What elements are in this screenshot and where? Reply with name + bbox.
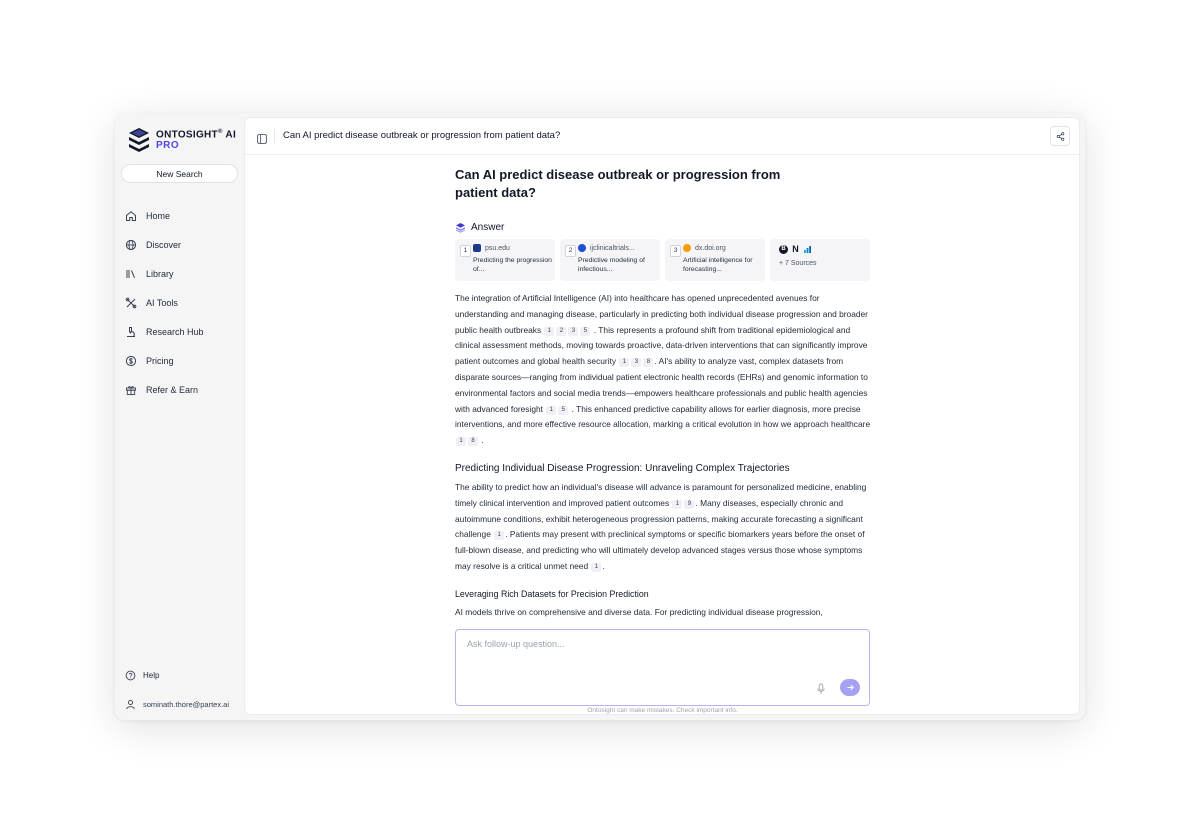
follow-up-box [455,629,870,706]
answer-content: Can AI predict disease outbreak or progr… [455,166,871,621]
source-domain: ijclinicaltrials... [590,244,635,252]
help-link[interactable]: Help [125,670,159,681]
help-icon [125,670,136,681]
more-sources-label: + 7 Sources [779,260,817,267]
shield-icon [473,244,481,252]
gift-icon [125,384,137,396]
source-number: 1 [460,245,471,257]
disclaimer-text: Ontosight can make mistakes. Check impor… [587,707,738,714]
arrow-right-icon [846,684,854,691]
source-n-icon: N [792,244,799,254]
chart-icon [803,245,812,254]
citation-badge[interactable]: 5 [558,405,569,415]
source-domain: dx.doi.org [695,244,726,252]
paragraph-text: . Patients may present with preclinical … [455,529,865,571]
answer-header: Answer [455,222,871,233]
source-card[interactable]: 1 psu.edu Predicting the progression of.… [455,239,555,281]
share-icon [1056,131,1064,141]
sidebar-item-label: AI Tools [146,297,178,308]
source-b-icon: B [779,245,788,254]
more-sources-card[interactable]: B N + 7 Sources [770,239,870,281]
globe-icon [125,239,137,251]
answer-paragraph: The integration of Artificial Intelligen… [455,291,871,449]
app-window: ONTOSIGHT® AI PRO New Search Home Discov… [115,113,1085,720]
home-icon [125,210,137,222]
source-title: Artificial intelligence for forecasting.… [683,257,753,273]
brand-suffix: AI [225,129,237,141]
brand-tier: PRO [156,140,180,152]
sidebar-item-library[interactable]: Library [125,259,204,288]
citation-badge[interactable]: 1 [591,562,602,572]
question-heading: Can AI predict disease outbreak or progr… [455,167,781,200]
citation-badge[interactable]: 1 [494,531,505,541]
microphone-icon[interactable] [816,682,826,694]
main-panel: Can AI predict disease outbreak or progr… [244,117,1080,715]
source-number: 2 [565,245,576,257]
dollar-icon [125,355,137,367]
source-title: Predictive modeling of infectious... [578,257,645,273]
info-icon [578,244,586,252]
top-divider [274,129,275,143]
new-search-button[interactable]: New Search [121,164,238,183]
answer-paragraph: AI models thrive on comprehensive and di… [455,606,823,617]
citation-badge[interactable]: 8 [468,437,478,447]
source-number: 3 [670,245,681,257]
user-icon [125,699,136,710]
paragraph-text: . [602,560,605,571]
sidebar-item-discover[interactable]: Discover [125,230,204,259]
citation-badge[interactable]: 9 [684,499,695,509]
sidebar-item-label: Pricing [146,355,174,366]
sidebar-item-label: Library [146,268,174,279]
sidebar-item-research-hub[interactable]: Research Hub [125,317,204,346]
citation-badge[interactable]: 5 [580,326,591,336]
share-button[interactable] [1050,126,1070,146]
answer-label: Answer [471,222,505,233]
sidebar-nav: Home Discover Library AI Tools Research … [125,201,204,404]
sidebar-item-refer-earn[interactable]: Refer & Earn [125,375,204,404]
doi-icon [683,244,691,252]
citation-badge[interactable]: 1 [619,358,630,368]
answer-paragraph: The ability to predict how an individual… [455,480,871,575]
source-domain: psu.edu [485,244,510,252]
sidebar-item-ai-tools[interactable]: AI Tools [125,288,204,317]
follow-up-input[interactable] [465,638,849,650]
layers-icon [455,222,466,233]
conversation-title: Can AI predict disease outbreak or progr… [283,130,561,141]
citation-badge[interactable]: 1 [456,437,466,447]
brand-logo[interactable]: ONTOSIGHT® AI PRO [128,127,236,153]
source-title: Predicting the progression of... [473,257,552,273]
brand-mark: ® [217,129,223,135]
paragraph-text: . [481,435,484,446]
library-icon [125,268,137,280]
citation-badge[interactable]: 3 [568,326,579,336]
sidebar-item-label: Research Hub [146,326,204,337]
citation-badge[interactable]: 1 [672,499,683,509]
top-bar: Can AI predict disease outbreak or progr… [245,118,1079,155]
sidebar-item-pricing[interactable]: Pricing [125,346,204,375]
help-label: Help [143,671,160,680]
microscope-icon [125,326,137,338]
source-cards: 1 psu.edu Predicting the progression of.… [455,239,871,281]
section-heading: Predicting Individual Disease Progressio… [455,462,790,474]
citation-badge[interactable]: 8 [643,358,654,368]
user-account[interactable]: sominath.thore@partex.ai [125,699,229,710]
brand-name: ONTOSIGHT [156,129,218,141]
citation-badge[interactable]: 1 [544,326,555,336]
sidebar-item-label: Home [146,210,171,221]
citation-badge[interactable]: 1 [546,405,557,415]
citation-badge[interactable]: 3 [631,358,642,368]
tools-icon [125,297,137,309]
sidebar: ONTOSIGHT® AI PRO New Search Home Discov… [115,113,243,720]
subsection-heading: Leveraging Rich Datasets for Precision P… [455,588,649,599]
user-email: sominath.thore@partex.ai [143,700,229,709]
source-card[interactable]: 3 dx.doi.org Artificial intelligence for… [665,239,765,281]
logo-icon [129,128,149,152]
sidebar-item-label: Discover [146,239,182,250]
send-button[interactable] [840,679,860,696]
citation-badge[interactable]: 2 [556,326,567,336]
sidebar-toggle-icon[interactable] [257,131,267,144]
sidebar-item-home[interactable]: Home [125,201,204,230]
source-card[interactable]: 2 ijclinicaltrials... Predictive modelin… [560,239,660,281]
sidebar-item-label: Refer & Earn [146,384,199,395]
